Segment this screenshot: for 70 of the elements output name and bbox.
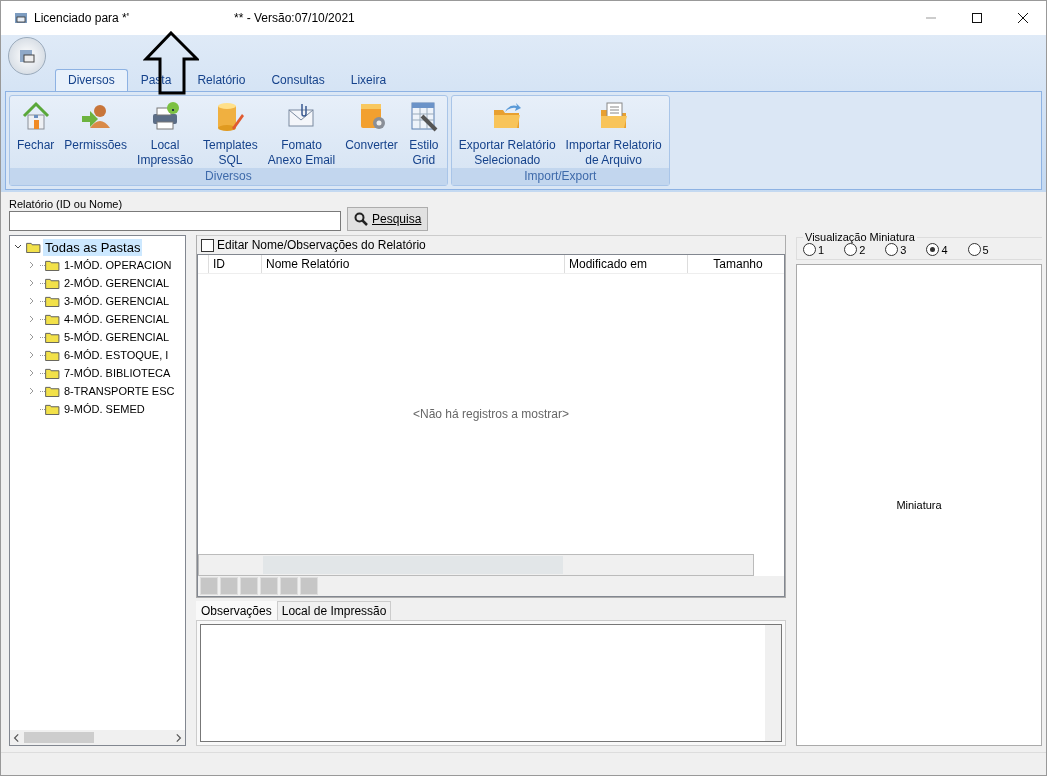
- search-field[interactable]: [9, 211, 341, 231]
- radio-label: 4: [941, 243, 948, 256]
- search-button[interactable]: Pesquisa: [347, 207, 429, 231]
- column-header[interactable]: Nome Relatório: [261, 255, 564, 273]
- group-label: Import/Export: [451, 168, 669, 185]
- tree-item[interactable]: 7-MÓD. BIBLIOTECA: [62, 366, 173, 380]
- horizontal-scrollbar[interactable]: [198, 554, 754, 576]
- close-icon: [1018, 13, 1028, 23]
- radio-button[interactable]: [926, 243, 940, 256]
- ribbon-button[interactable]: Importar Relatorio de Arquivo: [560, 100, 667, 168]
- tab[interactable]: Local de Impressão: [276, 601, 392, 620]
- tree-item[interactable]: 1-MÓD. OPERACION: [62, 258, 174, 272]
- ribbon-tab[interactable]: Diversos: [55, 69, 128, 91]
- tree-item[interactable]: 8-TRANSPORTE ESC: [62, 384, 177, 398]
- group-title: Visualização Miniatura: [804, 231, 916, 243]
- radio-button[interactable]: [885, 243, 899, 256]
- radio-button[interactable]: [844, 243, 858, 256]
- maximize-icon: [972, 13, 982, 23]
- folder-icon: [45, 295, 60, 307]
- folder-icon: [45, 385, 60, 397]
- tree-item[interactable]: 6-MÓD. ESTOQUE, I: [62, 348, 171, 362]
- window-title: ** - Versão:07/10/2021: [234, 11, 356, 25]
- ribbon-button[interactable]: Permissões: [59, 100, 133, 168]
- folder-icon: [26, 241, 41, 253]
- ribbon-tab[interactable]: Lixeira: [337, 69, 400, 91]
- radio-button[interactable]: [967, 243, 981, 256]
- radio-label: 5: [982, 243, 989, 256]
- folder-icon: [45, 277, 60, 289]
- tab[interactable]: Observações: [196, 601, 277, 620]
- ribbon-button[interactable]: Templates SQL: [198, 100, 263, 168]
- up-arrow-outline: [143, 31, 199, 95]
- ribbon-button[interactable]: Local Impressão: [132, 100, 199, 168]
- tree-item[interactable]: 2-MÓD. GERENCIAL: [62, 276, 172, 290]
- radio-label: 2: [859, 243, 866, 256]
- field-label: Relatório (ID ou Nome): [9, 198, 124, 210]
- checkbox[interactable]: [201, 238, 214, 252]
- app-icon: [13, 10, 29, 26]
- ribbon-button[interactable]: Converter: [340, 100, 403, 168]
- ribbon-tab[interactable]: Consultas: [258, 69, 338, 91]
- folder-icon: [45, 367, 60, 379]
- empty-message: <Não há registros a mostrar>: [412, 407, 570, 421]
- notes-field[interactable]: [200, 624, 782, 742]
- tree-item[interactable]: 3-MÓD. GERENCIAL: [62, 294, 172, 308]
- radio-label: 3: [900, 243, 907, 256]
- thumbnail-preview: Miniatura: [796, 264, 1042, 746]
- radio-label: 1: [818, 243, 825, 256]
- folder-icon: [45, 331, 60, 343]
- folder-icon: [45, 349, 60, 361]
- column-header[interactable]: ID: [208, 255, 261, 273]
- checkbox-label: Editar Nome/Observações do Relatório: [217, 238, 426, 252]
- window-title: Licenciado para *': [34, 11, 131, 25]
- column-header[interactable]: Tamanho: [687, 255, 784, 273]
- application-menu-button[interactable]: [8, 37, 46, 75]
- horizontal-scrollbar[interactable]: [10, 730, 185, 745]
- ribbon-tab[interactable]: Relatório: [184, 69, 259, 91]
- folder-icon: [45, 403, 60, 415]
- folder-icon: [45, 259, 60, 271]
- radio-button[interactable]: [803, 243, 816, 256]
- tree-item[interactable]: Todas as Pastas: [43, 238, 143, 256]
- tree-item[interactable]: 9-MÓD. SEMED: [62, 402, 147, 416]
- column-header[interactable]: Modificado em: [564, 255, 687, 273]
- ribbon-button[interactable]: Exportar Relatório Selecionado: [453, 100, 561, 168]
- folder-icon: [45, 313, 60, 325]
- tree-item[interactable]: 5-MÓD. GERENCIAL: [62, 330, 172, 344]
- ribbon-button[interactable]: Estilo Grid: [402, 100, 445, 168]
- ribbon-button[interactable]: Fomato Anexo Email: [262, 100, 341, 168]
- search-icon: [354, 212, 368, 226]
- ribbon-button[interactable]: Fechar: [12, 100, 60, 168]
- group-label: Diversos: [10, 168, 447, 185]
- tree-item[interactable]: 4-MÓD. GERENCIAL: [62, 312, 172, 326]
